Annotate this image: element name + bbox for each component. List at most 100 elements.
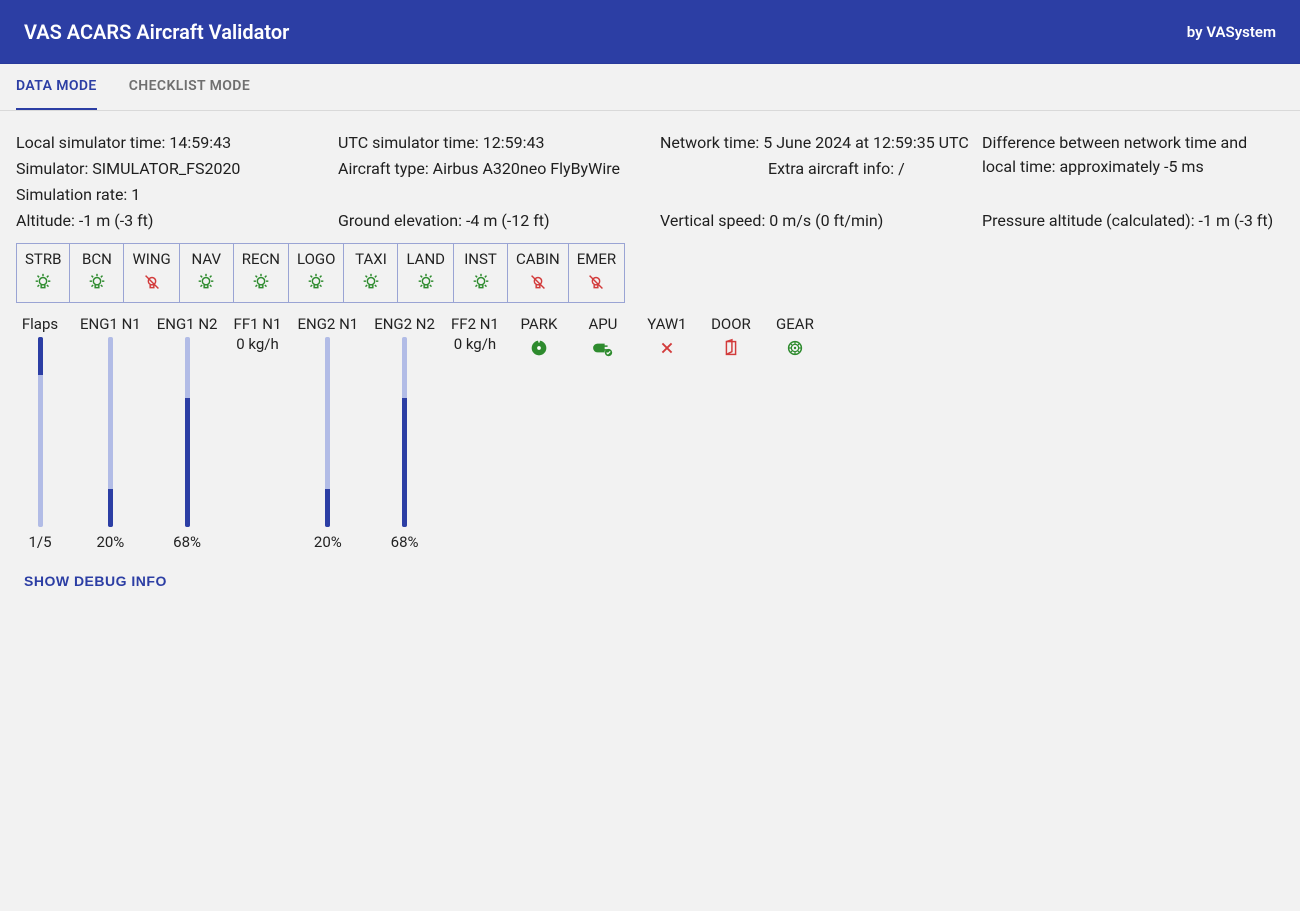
bulb-on-icon xyxy=(86,272,108,294)
gauge-label: APU xyxy=(588,315,617,333)
light-label: WING xyxy=(132,250,170,268)
altitude: Altitude: -1 m (-3 ft) xyxy=(16,209,336,233)
tab-data-mode[interactable]: DATA MODE xyxy=(16,64,97,110)
light-label: RECN xyxy=(242,250,280,268)
light-cabin: CABIN xyxy=(508,243,569,303)
bulb-on-icon xyxy=(250,272,272,294)
local-sim-time: Local simulator time: 14:59:43 xyxy=(16,131,336,155)
gauge-bar xyxy=(185,337,190,527)
gauge-value: 0 kg/h xyxy=(236,335,278,357)
gauge-label: FF1 N1 xyxy=(234,315,282,333)
mode-tabs: DATA MODE CHECKLIST MODE xyxy=(0,64,1300,111)
simulation-rate: Simulation rate: 1 xyxy=(16,183,336,207)
light-label: BCN xyxy=(82,250,112,268)
gauge-ff2n1: FF2 N1 0 kg/h xyxy=(451,315,499,357)
plug-ok-icon xyxy=(592,337,614,359)
light-inst: INST xyxy=(454,243,508,303)
gauge-label: Flaps xyxy=(22,315,58,333)
light-label: EMER xyxy=(577,250,616,268)
door-open-icon xyxy=(720,337,742,359)
app-title: VAS ACARS Aircraft Validator xyxy=(24,20,289,44)
gauge-label: FF2 N1 xyxy=(451,315,499,333)
gauge-label: ENG2 N1 xyxy=(297,315,358,333)
light-label: CABIN xyxy=(516,250,560,268)
light-bcn: BCN xyxy=(70,243,124,303)
light-label: LOGO xyxy=(297,250,335,268)
bulb-on-icon xyxy=(470,272,492,294)
bulb-on-icon xyxy=(360,272,382,294)
gauge-eng2n2: ENG2 N2 68% xyxy=(374,315,435,551)
gauge-bar xyxy=(325,337,330,527)
gauge-value: 20% xyxy=(96,533,124,551)
bulb-off-icon xyxy=(585,272,607,294)
cell-empty-1 xyxy=(338,183,658,207)
gauge-gear: GEAR xyxy=(771,315,819,359)
tab-checklist-mode[interactable]: CHECKLIST MODE xyxy=(129,64,250,110)
gauge-door: DOOR xyxy=(707,315,755,359)
gauge-label: DOOR xyxy=(711,315,751,333)
aircraft-type: Aircraft type: Airbus A320neo FlyByWire xyxy=(338,157,658,181)
show-debug-button[interactable]: SHOW DEBUG INFO xyxy=(16,565,175,597)
light-logo: LOGO xyxy=(289,243,344,303)
cell-empty-3 xyxy=(982,183,1282,207)
bulb-on-icon xyxy=(195,272,217,294)
network-time: Network time: 5 June 2024 at 12:59:35 UT… xyxy=(660,131,980,155)
gauge-label: ENG2 N2 xyxy=(374,315,435,333)
gauge-bar xyxy=(402,337,407,527)
bulb-on-icon xyxy=(32,272,54,294)
cell-empty-2 xyxy=(660,183,980,207)
park-on-icon xyxy=(528,337,550,359)
gauge-yaw1: YAW1 xyxy=(643,315,691,359)
gear-down-icon xyxy=(784,337,806,359)
gauge-park: PARK xyxy=(515,315,563,359)
gauge-eng1n1: ENG1 N1 20% xyxy=(80,315,141,551)
time-difference: Difference between network time and loca… xyxy=(982,131,1282,181)
gauge-eng1n2: ENG1 N2 68% xyxy=(157,315,218,551)
gauge-bar xyxy=(38,337,43,527)
gauge-value: 68% xyxy=(173,533,201,551)
light-label: NAV xyxy=(192,250,222,268)
extra-aircraft-info: Extra aircraft info: / xyxy=(660,157,980,181)
light-label: LAND xyxy=(406,250,445,268)
main-content: Local simulator time: 14:59:43 UTC simul… xyxy=(0,111,1300,613)
app-byline: by VASystem xyxy=(1187,23,1276,41)
x-off-icon xyxy=(656,337,678,359)
light-nav: NAV xyxy=(180,243,234,303)
gauge-bar xyxy=(108,337,113,527)
bulb-on-icon xyxy=(305,272,327,294)
gauge-value: 1/5 xyxy=(28,533,51,551)
gauge-label: YAW1 xyxy=(647,315,686,333)
gauge-label: GEAR xyxy=(776,315,814,333)
light-emer: EMER xyxy=(569,243,625,303)
light-label: INST xyxy=(464,250,497,268)
app-header: VAS ACARS Aircraft Validator by VASystem xyxy=(0,0,1300,64)
gauge-value: 20% xyxy=(314,533,342,551)
bulb-off-icon xyxy=(141,272,163,294)
gauge-eng2n1: ENG2 N1 20% xyxy=(297,315,358,551)
gauge-flaps: Flaps 1/5 xyxy=(16,315,64,551)
light-wing: WING xyxy=(124,243,179,303)
gauge-apu: APU xyxy=(579,315,627,359)
gauges-row: Flaps 1/5 ENG1 N1 20% ENG1 N2 68% FF1 N1 0 kg/h… xyxy=(16,315,1284,551)
light-label: TAXI xyxy=(355,250,387,268)
ground-elevation: Ground elevation: -4 m (-12 ft) xyxy=(338,209,658,233)
light-land: LAND xyxy=(398,243,454,303)
gauge-label: PARK xyxy=(520,315,557,333)
gauge-ff1n1: FF1 N1 0 kg/h xyxy=(233,315,281,357)
light-label: STRB xyxy=(25,250,61,268)
simulator-name: Simulator: SIMULATOR_FS2020 xyxy=(16,157,336,181)
bulb-off-icon xyxy=(527,272,549,294)
lights-panel: STRB BCN WING NAV RECN LOGO TAXI LAND INST CABIN E… xyxy=(16,243,1284,303)
gauge-value: 68% xyxy=(391,533,419,551)
gauge-value: 0 kg/h xyxy=(454,335,496,357)
light-strb: STRB xyxy=(16,243,70,303)
bulb-on-icon xyxy=(415,272,437,294)
pressure-altitude: Pressure altitude (calculated): -1 m (-3… xyxy=(982,209,1282,233)
light-taxi: TAXI xyxy=(344,243,398,303)
gauge-label: ENG1 N2 xyxy=(157,315,218,333)
gauge-label: ENG1 N1 xyxy=(80,315,141,333)
light-recn: RECN xyxy=(234,243,289,303)
vertical-speed: Vertical speed: 0 m/s (0 ft/min) xyxy=(660,209,980,233)
utc-sim-time: UTC simulator time: 12:59:43 xyxy=(338,131,658,155)
info-grid: Local simulator time: 14:59:43 UTC simul… xyxy=(16,131,1284,233)
